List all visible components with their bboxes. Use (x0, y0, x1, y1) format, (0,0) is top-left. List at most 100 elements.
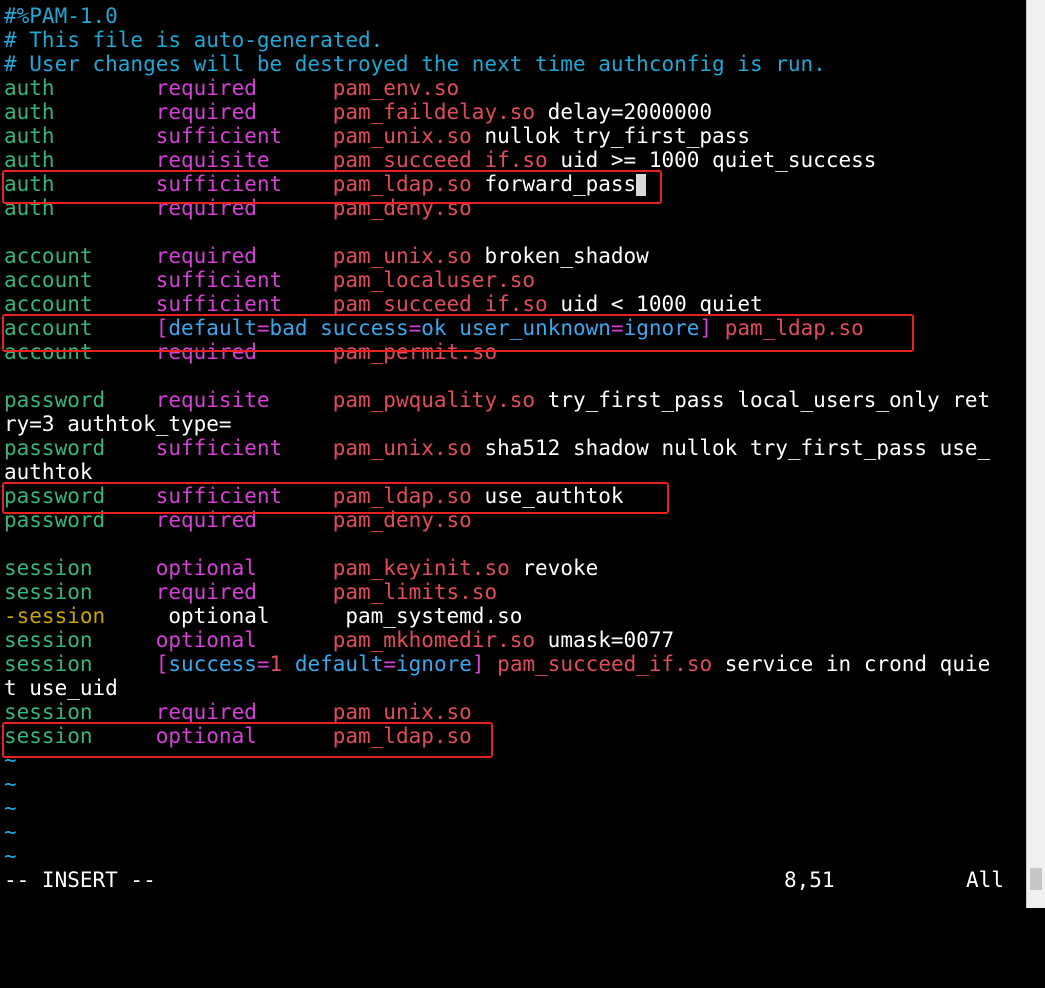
buffer-token: pam_succeed_if.so (332, 148, 548, 172)
buffer-token: pam_faildelay.so (332, 100, 536, 124)
buffer-line[interactable]: ry=3 authtok_type= (4, 412, 1024, 436)
highlight-box-password-ldap (2, 482, 669, 514)
buffer-token: pam_keyinit.so (332, 556, 510, 580)
buffer-token: ignore (396, 652, 472, 676)
buffer-line[interactable]: ~ (4, 844, 1024, 868)
buffer-token: pam_localuser.so (332, 268, 536, 292)
buffer-token: #%PAM-1.0 (4, 4, 118, 28)
buffer-token: uid >= 1000 quiet_success (547, 148, 877, 172)
buffer-token: password (4, 388, 156, 412)
buffer-line[interactable]: ~ (4, 796, 1024, 820)
buffer-token: nullok try_first_pass (471, 124, 750, 148)
buffer-line[interactable]: password sufficient pam_unix.so sha512 s… (4, 436, 1024, 460)
buffer-line[interactable]: session [success=1 default=ignore] pam_s… (4, 652, 1024, 676)
buffer-token: pam_unix.so (332, 436, 472, 460)
buffer-line[interactable]: session required pam_limits.so (4, 580, 1024, 604)
buffer-token: optional (155, 556, 333, 580)
buffer-token: pam_succeed_if.so (497, 652, 713, 676)
buffer-token: service in crond quie (712, 652, 991, 676)
buffer-token: ry=3 authtok_type= (4, 412, 232, 436)
buffer-token: -session (4, 604, 169, 628)
vertical-scrollbar[interactable] (1026, 0, 1045, 908)
buffer-token: account (4, 268, 156, 292)
buffer-line[interactable]: account required pam_unix.so broken_shad… (4, 244, 1024, 268)
empty-line-tilde: ~ (4, 796, 17, 820)
scrollbar-thumb[interactable] (1030, 868, 1042, 890)
buffer-token: # User changes will be destroyed the nex… (4, 52, 826, 76)
buffer-token: default (282, 652, 384, 676)
buffer-token: t use_uid (4, 676, 118, 700)
buffer-token: pam_env.so (332, 76, 460, 100)
buffer-token: session (4, 580, 156, 604)
highlight-box-session-ldap (2, 722, 493, 758)
buffer-token: try_first_pass local_users_only ret (535, 388, 991, 412)
empty-line-tilde: ~ (4, 844, 17, 868)
buffer-token: required (155, 100, 333, 124)
buffer-token: uid < 1000 quiet (547, 292, 763, 316)
buffer-token: = (383, 652, 397, 676)
buffer-line[interactable]: session optional pam_keyinit.so revoke (4, 556, 1024, 580)
buffer-line[interactable]: #%PAM-1.0 (4, 4, 1024, 28)
buffer-token: sufficient (155, 268, 333, 292)
mode-indicator: -- INSERT -- (4, 868, 156, 892)
buffer-token: # This file is auto-generated. (4, 28, 384, 52)
buffer-line[interactable]: password requisite pam_pwquality.so try_… (4, 388, 1024, 412)
buffer-token: umask=0077 (535, 628, 675, 652)
highlight-box-account-ldap (2, 314, 914, 352)
buffer-token: session (4, 628, 156, 652)
buffer-line[interactable]: # This file is auto-generated. (4, 28, 1024, 52)
buffer-token: session (4, 700, 156, 724)
buffer-token: pam_mkhomedir.so (332, 628, 536, 652)
buffer-token: pam_succeed_if.so (332, 292, 548, 316)
buffer-token: required (155, 244, 333, 268)
buffer-token: session (4, 652, 156, 676)
scroll-indicator: All (966, 868, 1004, 892)
buffer-line[interactable]: ~ (4, 772, 1024, 796)
buffer-line[interactable] (4, 220, 1024, 244)
buffer-line[interactable]: -session optional pam_systemd.so (4, 604, 1024, 628)
buffer-line[interactable]: account sufficient pam_succeed_if.so uid… (4, 292, 1024, 316)
buffer-token: ] (471, 652, 498, 676)
buffer-token: required (155, 580, 333, 604)
cursor-position: 8,51 (784, 868, 835, 892)
buffer-line[interactable]: # User changes will be destroyed the nex… (4, 52, 1024, 76)
buffer-token: sufficient (155, 292, 333, 316)
empty-line-tilde: ~ (4, 772, 17, 796)
buffer-line[interactable]: session optional pam_mkhomedir.so umask=… (4, 628, 1024, 652)
vim-statusline: -- INSERT -- 8,51 All (4, 868, 1024, 892)
buffer-line[interactable]: t use_uid (4, 676, 1024, 700)
buffer-token: pam_unix.so (332, 244, 472, 268)
buffer-token: authtok (4, 460, 93, 484)
buffer-token: password (4, 436, 156, 460)
buffer-token: broken_shadow (471, 244, 649, 268)
buffer-line[interactable]: auth required pam_faildelay.so delay=200… (4, 100, 1024, 124)
buffer-line[interactable] (4, 364, 1024, 388)
buffer-token: required (155, 76, 333, 100)
buffer-line[interactable]: authtok (4, 460, 1024, 484)
buffer-token: pam_limits.so (332, 580, 498, 604)
buffer-line[interactable]: ~ (4, 820, 1024, 844)
buffer-line[interactable]: auth requisite pam_succeed_if.so uid >= … (4, 148, 1024, 172)
buffer-token: pam_unix.so (332, 700, 472, 724)
buffer-token: auth (4, 124, 156, 148)
buffer-token: auth (4, 76, 156, 100)
buffer-token: pam_pwquality.so (332, 388, 536, 412)
buffer-line[interactable]: session required pam_unix.so (4, 700, 1024, 724)
buffer-token: account (4, 244, 156, 268)
buffer-token: optional (155, 628, 333, 652)
buffer-token: [ (155, 652, 169, 676)
buffer-token: pam_unix.so (332, 124, 472, 148)
buffer-token: sufficient (155, 436, 333, 460)
buffer-token: = (256, 652, 270, 676)
buffer-line[interactable]: account sufficient pam_localuser.so (4, 268, 1024, 292)
buffer-line[interactable]: auth sufficient pam_unix.so nullok try_f… (4, 124, 1024, 148)
buffer-token: requisite (155, 148, 333, 172)
buffer-line[interactable]: auth required pam_env.so (4, 76, 1024, 100)
empty-line-tilde: ~ (4, 820, 17, 844)
buffer-token: revoke (509, 556, 599, 580)
buffer-token: session (4, 556, 156, 580)
buffer-line[interactable] (4, 532, 1024, 556)
buffer-token: required (155, 700, 333, 724)
buffer-token: requisite (155, 388, 333, 412)
buffer-token: auth (4, 148, 156, 172)
